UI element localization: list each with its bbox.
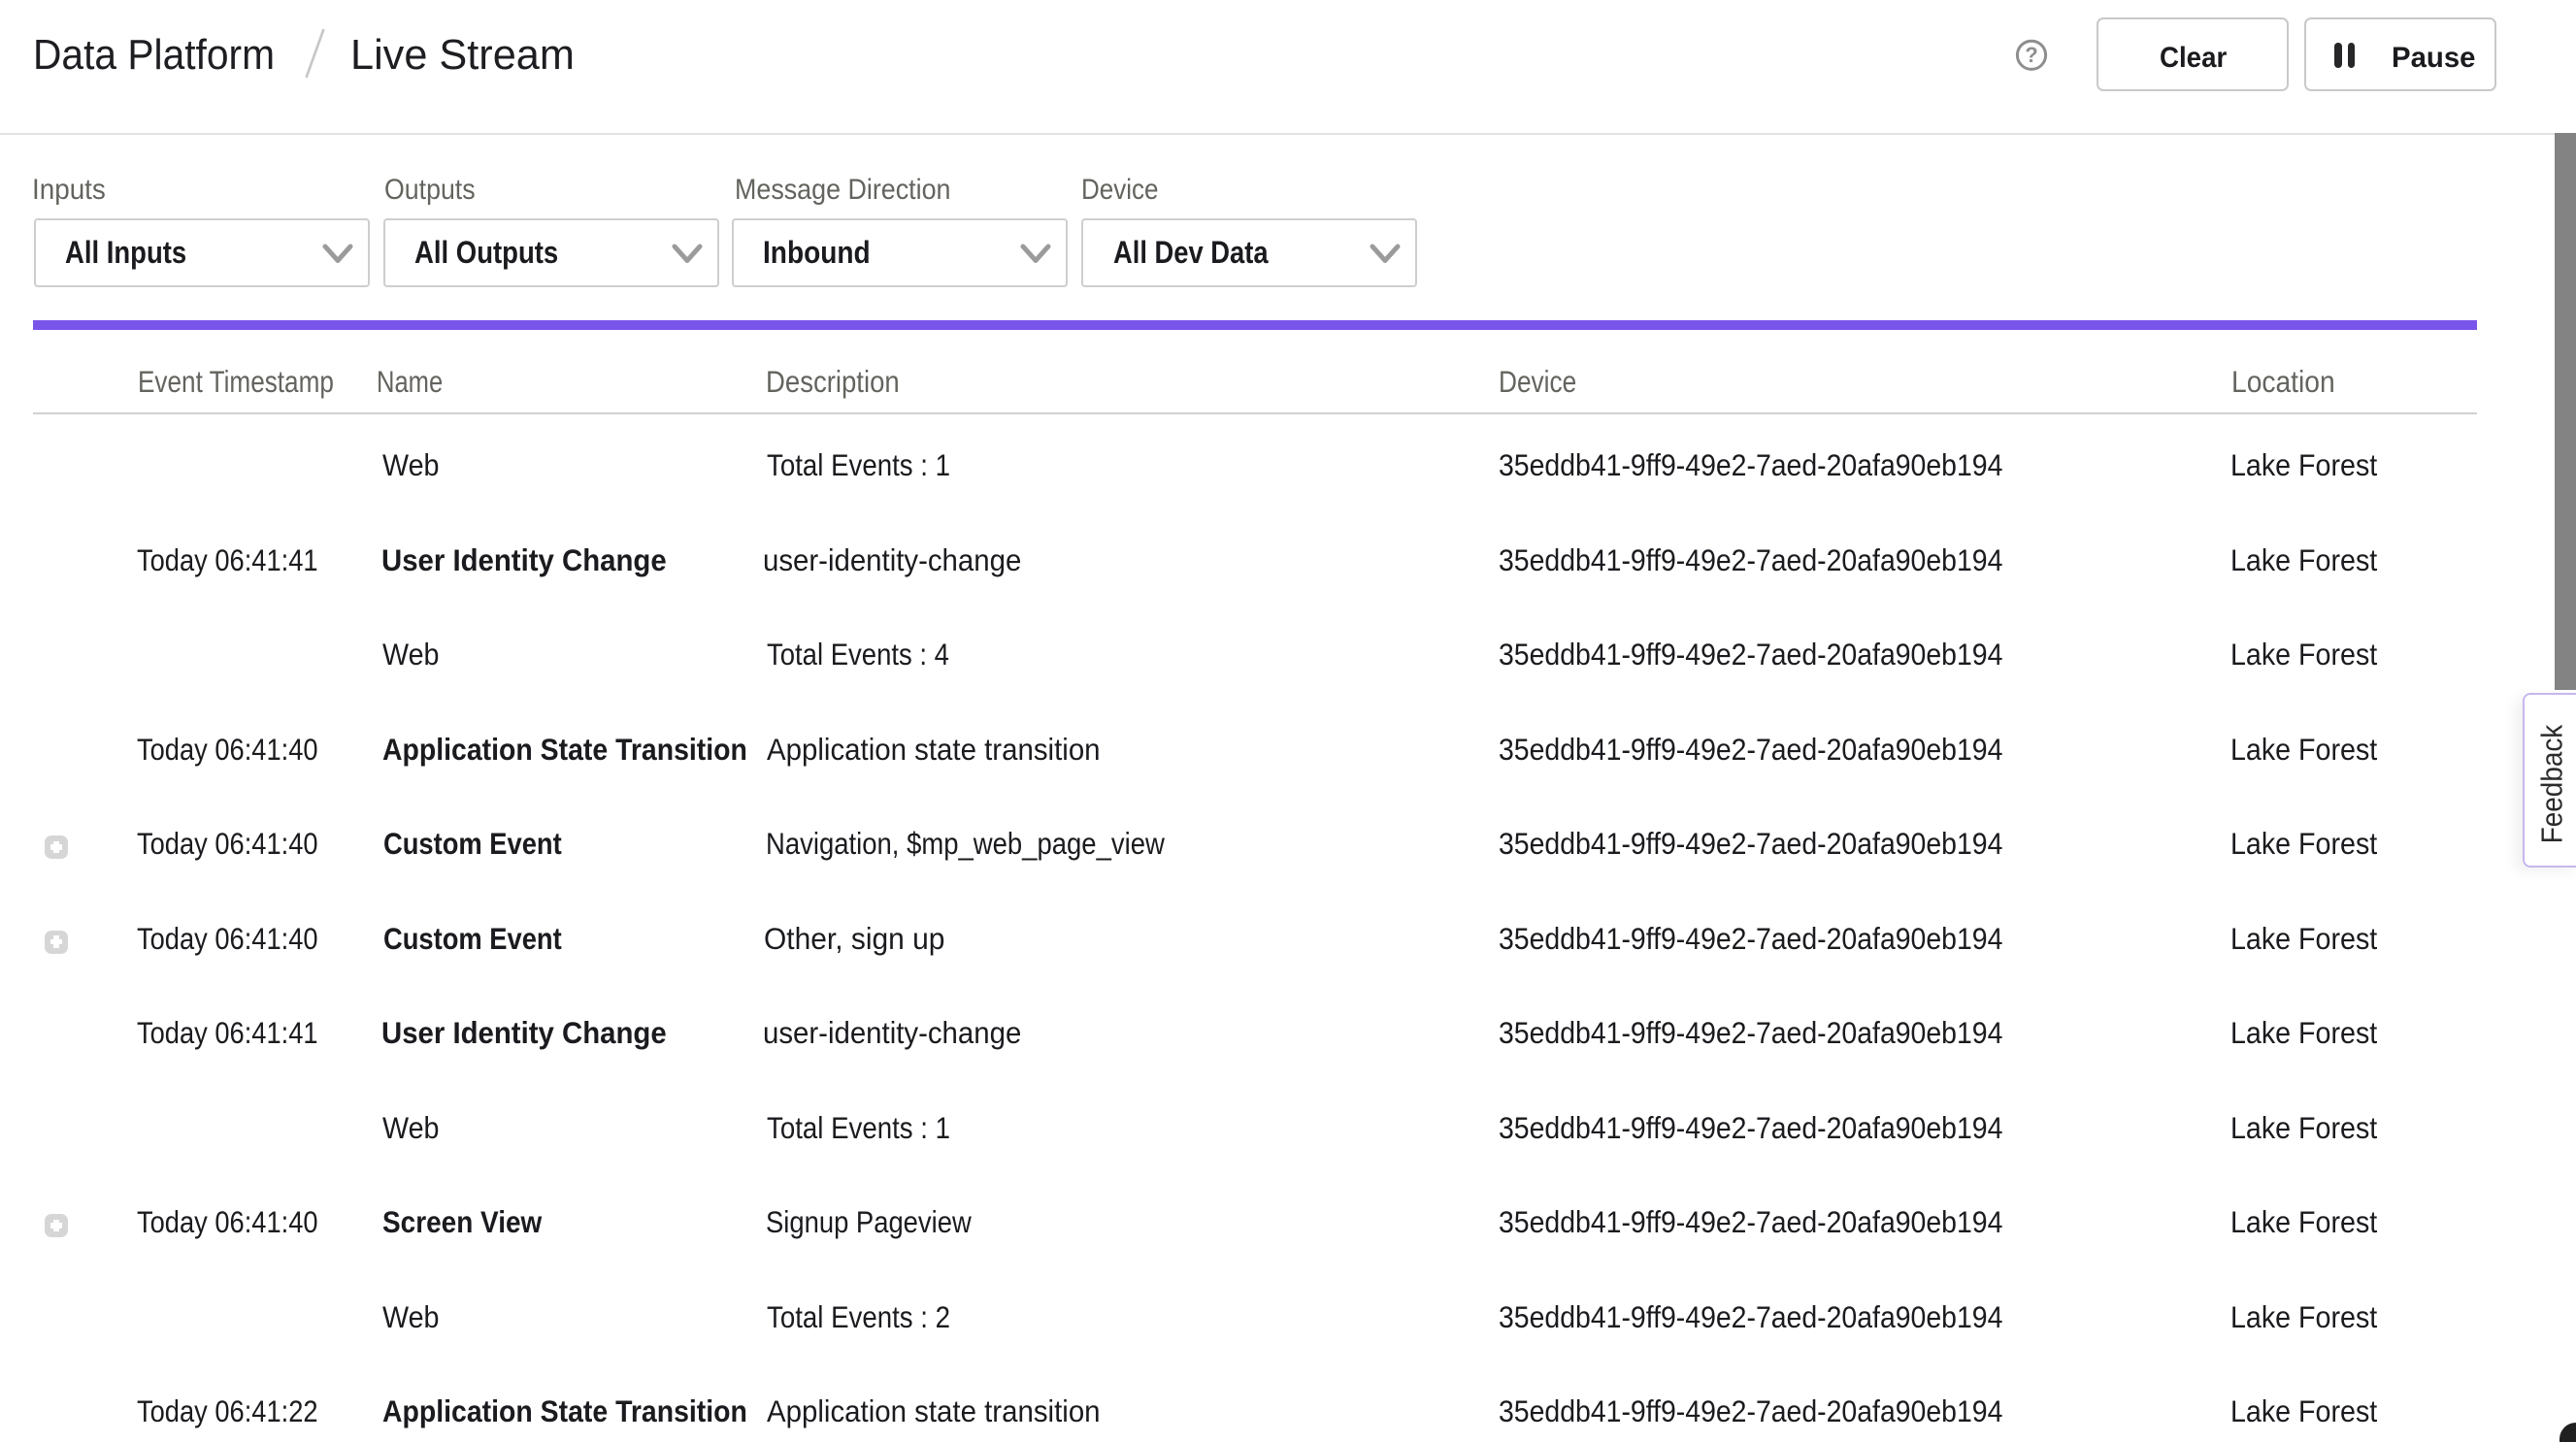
- svg-text:?: ?: [2025, 43, 2037, 67]
